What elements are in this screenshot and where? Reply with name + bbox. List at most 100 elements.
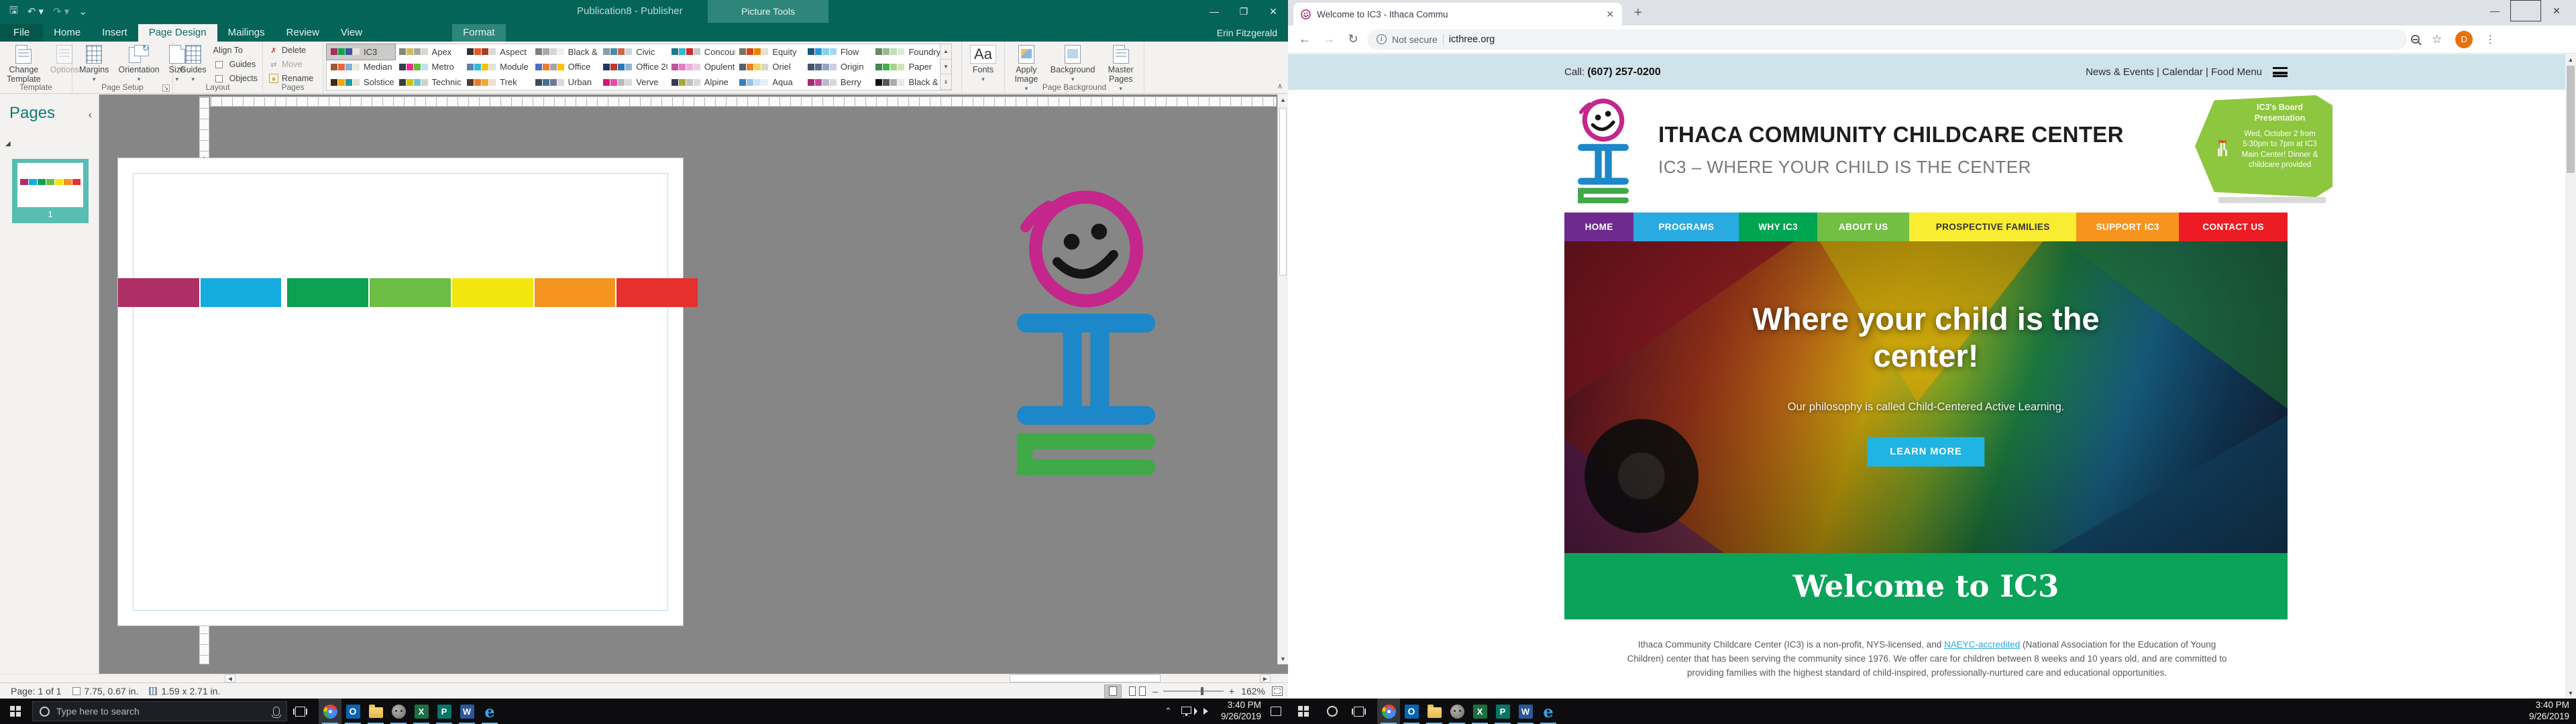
scheme-item[interactable]: Aspect [463,44,531,60]
zoom-in-icon[interactable]: + [1229,686,1234,697]
board-presentation-badge[interactable]: IC3's Board Presentation Wed, October 2 … [2195,95,2332,197]
tab-insert[interactable]: Insert [91,24,138,42]
close-button[interactable]: ✕ [2541,0,2572,21]
ic3-site-logo[interactable] [1571,98,1635,204]
learn-more-button[interactable]: LEARN MORE [1867,437,1984,467]
edge-taskbar-button[interactable]: e [1537,699,1560,724]
scheme-item[interactable]: Verve [599,74,667,90]
margins-button[interactable]: Margins▾ [76,44,111,84]
scheme-item[interactable]: Median [327,60,395,75]
start-button[interactable] [0,699,31,724]
maximize-button[interactable]: ❐ [1229,0,1258,23]
color-rectangle[interactable] [118,278,199,307]
taskbar-search-input[interactable]: Type here to search [32,701,287,721]
scheme-item[interactable]: Urban [531,74,600,90]
scroll-left-icon[interactable]: ◀ [225,674,235,682]
orientation-button[interactable]: ↻ Orientation▾ [115,44,162,84]
save-icon[interactable]: 🖫 [9,3,18,20]
nav-item-why-ic3[interactable]: WHY IC3 [1739,213,1817,241]
panel-collapse-icon[interactable]: ‹ [89,109,92,121]
action-center-icon[interactable] [1271,707,1281,716]
color-rectangle[interactable] [616,278,698,307]
restore-button[interactable] [2510,0,2541,21]
chrome-taskbar-button[interactable] [1377,699,1400,724]
tab-home[interactable]: Home [43,24,91,42]
critter-taskbar-button[interactable] [1446,699,1468,724]
panel-sort-icon[interactable]: ◢ [5,140,11,147]
scheme-item[interactable]: Module [463,60,531,75]
object-size-status[interactable]: 1.59 x 2.71 in. [149,686,220,697]
scroll-down-icon[interactable]: ▼ [1278,656,1288,662]
gallery-up-icon[interactable]: ▲ [941,44,951,60]
align-guides-checkbox[interactable]: Guides [213,58,260,70]
menu-hamburger-icon[interactable] [2273,67,2288,77]
scheme-item[interactable]: Aqua [735,74,804,90]
scroll-up-icon[interactable]: ▲ [1278,97,1288,103]
background-button[interactable]: Background▾ [1048,44,1098,84]
task-view-button[interactable] [1354,707,1364,717]
scheme-item[interactable]: Office 20... [599,60,667,75]
nav-item-prospective-families[interactable]: PROSPECTIVE FAMILIES [1909,213,2076,241]
scheme-item[interactable]: Black & ... [531,44,600,60]
color-rectangle[interactable] [287,278,368,307]
nav-item-home[interactable]: HOME [1564,213,1633,241]
scheme-item[interactable]: Opulent [667,60,736,75]
object-position-status[interactable]: 7.75, 0.67 in. [72,686,139,697]
outlook-taskbar-button[interactable]: O [341,699,364,724]
zoom-thumb[interactable] [1201,687,1203,695]
profile-avatar[interactable]: D [2455,31,2473,48]
excel-taskbar-button[interactable]: X [1468,699,1491,724]
scheme-item[interactable]: Trek [463,74,531,90]
horizontal-scroll-thumb[interactable] [1010,674,1161,682]
reload-button[interactable]: ↻ [1343,29,1363,50]
minimize-button[interactable]: — [1199,0,1229,23]
scheme-item[interactable]: Oriel [735,60,804,75]
tab-page-design[interactable]: Page Design [138,24,217,42]
page-thumbnail[interactable]: 1 [12,159,89,223]
qat-customize-icon[interactable]: ⌄ [78,5,87,17]
tab-mailings[interactable]: Mailings [217,24,276,42]
scheme-item[interactable]: Alpine [667,74,736,90]
scheme-item[interactable]: Equity [735,44,804,60]
browser-scrollbar[interactable]: ▲ ▼ [2565,54,2576,699]
naeyc-link[interactable]: NAEYC-accredited [1944,640,2020,650]
tab-format[interactable]: Format [452,24,506,42]
scroll-right-icon[interactable]: ▶ [1260,674,1271,682]
publisher-taskbar-button[interactable]: P [1491,699,1514,724]
delete-page-button[interactable]: ✗Delete [267,44,308,56]
canvas-vertical-scrollbar[interactable]: ▲ ▼ [1277,95,1288,664]
color-rectangle[interactable] [370,278,451,307]
word-taskbar-button[interactable]: W [455,699,478,724]
scheme-item[interactable]: Solstice [327,74,395,90]
page-setup-dialog-launcher[interactable]: ↘ [162,84,170,92]
color-rectangle[interactable] [535,278,616,307]
scheme-item[interactable]: Office [531,60,600,75]
tab-review[interactable]: Review [276,24,330,42]
guides-button[interactable]: Guides▾ [177,44,209,84]
bookmark-star-icon[interactable]: ☆ [2432,33,2442,46]
forward-button[interactable]: → [1319,29,1339,50]
url-text[interactable]: icthree.org [1449,34,1495,45]
scheme-item[interactable]: Origin [804,60,872,75]
two-page-view-button[interactable] [1128,684,1146,698]
outlook-taskbar-button[interactable]: O [1400,699,1423,724]
page-count-status[interactable]: Page: 1 of 1 [11,686,62,697]
tab-view[interactable]: View [330,24,373,42]
scheme-item[interactable]: Concourse [667,44,736,60]
scheme-item[interactable]: Foundry [871,44,940,60]
vertical-scroll-thumb[interactable] [1279,108,1287,276]
fit-page-icon[interactable] [1272,686,1283,696]
redo-icon[interactable]: ↷ ▾ [53,5,69,17]
site-info-icon[interactable]: i [1377,34,1387,44]
volume-icon[interactable] [1203,708,1212,715]
scheme-item[interactable]: Metro [395,60,464,75]
microphone-icon[interactable] [273,707,280,716]
undo-icon[interactable]: ↶ ▾ [28,5,44,17]
address-bar[interactable]: i Not secure icthree.org [1367,29,2407,50]
scroll-up-icon[interactable]: ▲ [2565,54,2576,65]
scheme-item[interactable]: Technic [395,74,464,90]
nav-item-support-ic3[interactable]: SUPPORT IC3 [2076,213,2179,241]
signed-in-user[interactable]: Erin Fitzgerald [1217,27,1277,38]
scheme-item[interactable]: Berry [804,74,872,90]
page-zoom-icon[interactable] [2411,35,2420,44]
